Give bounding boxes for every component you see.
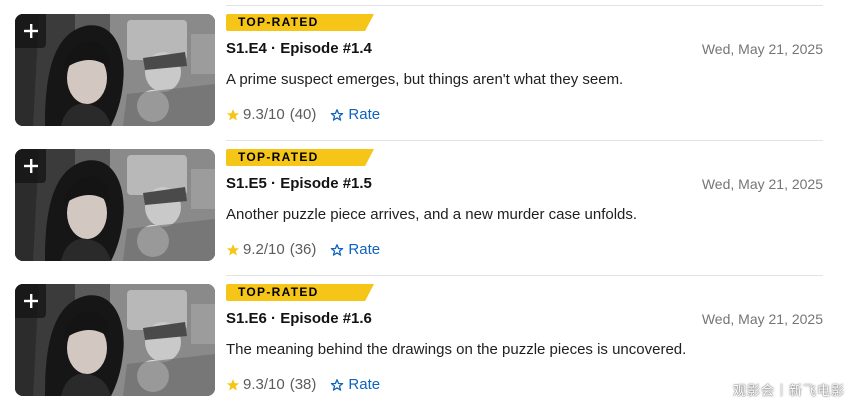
- episode-row: TOP-RATED S1.E5 · Episode #1.5 Wed, May …: [0, 135, 857, 270]
- add-to-watchlist-button[interactable]: [15, 284, 46, 318]
- episode-row: TOP-RATED S1.E6 · Episode #1.6 Wed, May …: [0, 270, 857, 405]
- rate-button[interactable]: Rate: [330, 241, 380, 259]
- episode-description: The meaning behind the drawings on the p…: [226, 341, 687, 358]
- episode-description: Another puzzle piece arrives, and a new …: [226, 206, 638, 223]
- episode-list: TOP-RATED S1.E4 · Episode #1.4 Wed, May …: [0, 0, 857, 409]
- rating-value: 9.3/10: [243, 376, 285, 393]
- badge-label: TOP-RATED: [238, 285, 319, 299]
- rating-value: 9.3/10: [243, 106, 285, 123]
- rate-label: Rate: [348, 241, 381, 258]
- plus-icon: [23, 159, 38, 173]
- episode-description: A prime suspect emerges, but things aren…: [226, 71, 624, 88]
- rate-label: Rate: [348, 106, 381, 123]
- rate-button[interactable]: Rate: [330, 106, 380, 124]
- episode-title[interactable]: S1.E4 · Episode #1.4: [226, 39, 372, 59]
- rating-row: 9.3/10 (40) Rate: [226, 106, 380, 124]
- rating-value: 9.2/10: [243, 241, 285, 258]
- add-to-watchlist-button[interactable]: [15, 14, 46, 48]
- badge-label: TOP-RATED: [238, 15, 319, 29]
- top-rated-badge: TOP-RATED: [226, 284, 374, 301]
- star-icon: [226, 244, 240, 256]
- top-rated-badge: TOP-RATED: [226, 14, 374, 31]
- episode-thumbnail[interactable]: [15, 14, 215, 126]
- vote-count: (40): [289, 106, 317, 123]
- top-rated-badge: TOP-RATED: [226, 149, 374, 166]
- star-outline-icon: [331, 109, 344, 121]
- episode-date: Wed, May 21, 2025: [701, 311, 823, 327]
- episode-date: Wed, May 21, 2025: [701, 41, 823, 57]
- vote-count: (36): [289, 241, 317, 258]
- rating-row: 9.3/10 (38) Rate: [226, 376, 380, 394]
- rate-button[interactable]: Rate: [330, 376, 380, 394]
- plus-icon: [23, 294, 38, 308]
- episode-thumbnail[interactable]: [15, 149, 215, 261]
- rate-label: Rate: [348, 376, 381, 393]
- star-icon: [226, 109, 240, 121]
- star-outline-icon: [331, 379, 344, 391]
- vote-count: (38): [289, 376, 317, 393]
- star-outline-icon: [331, 244, 344, 256]
- episode-row: TOP-RATED S1.E4 · Episode #1.4 Wed, May …: [0, 0, 857, 135]
- plus-icon: [23, 24, 38, 38]
- episode-title[interactable]: S1.E5 · Episode #1.5: [226, 174, 372, 194]
- episode-date: Wed, May 21, 2025: [701, 176, 823, 192]
- add-to-watchlist-button[interactable]: [15, 149, 46, 183]
- star-icon: [226, 379, 240, 391]
- badge-label: TOP-RATED: [238, 150, 319, 164]
- episode-thumbnail[interactable]: [15, 284, 215, 396]
- rating-row: 9.2/10 (36) Rate: [226, 241, 380, 259]
- episode-title[interactable]: S1.E6 · Episode #1.6: [226, 309, 372, 329]
- watermark: 观影会｜新飞电影: [732, 383, 845, 398]
